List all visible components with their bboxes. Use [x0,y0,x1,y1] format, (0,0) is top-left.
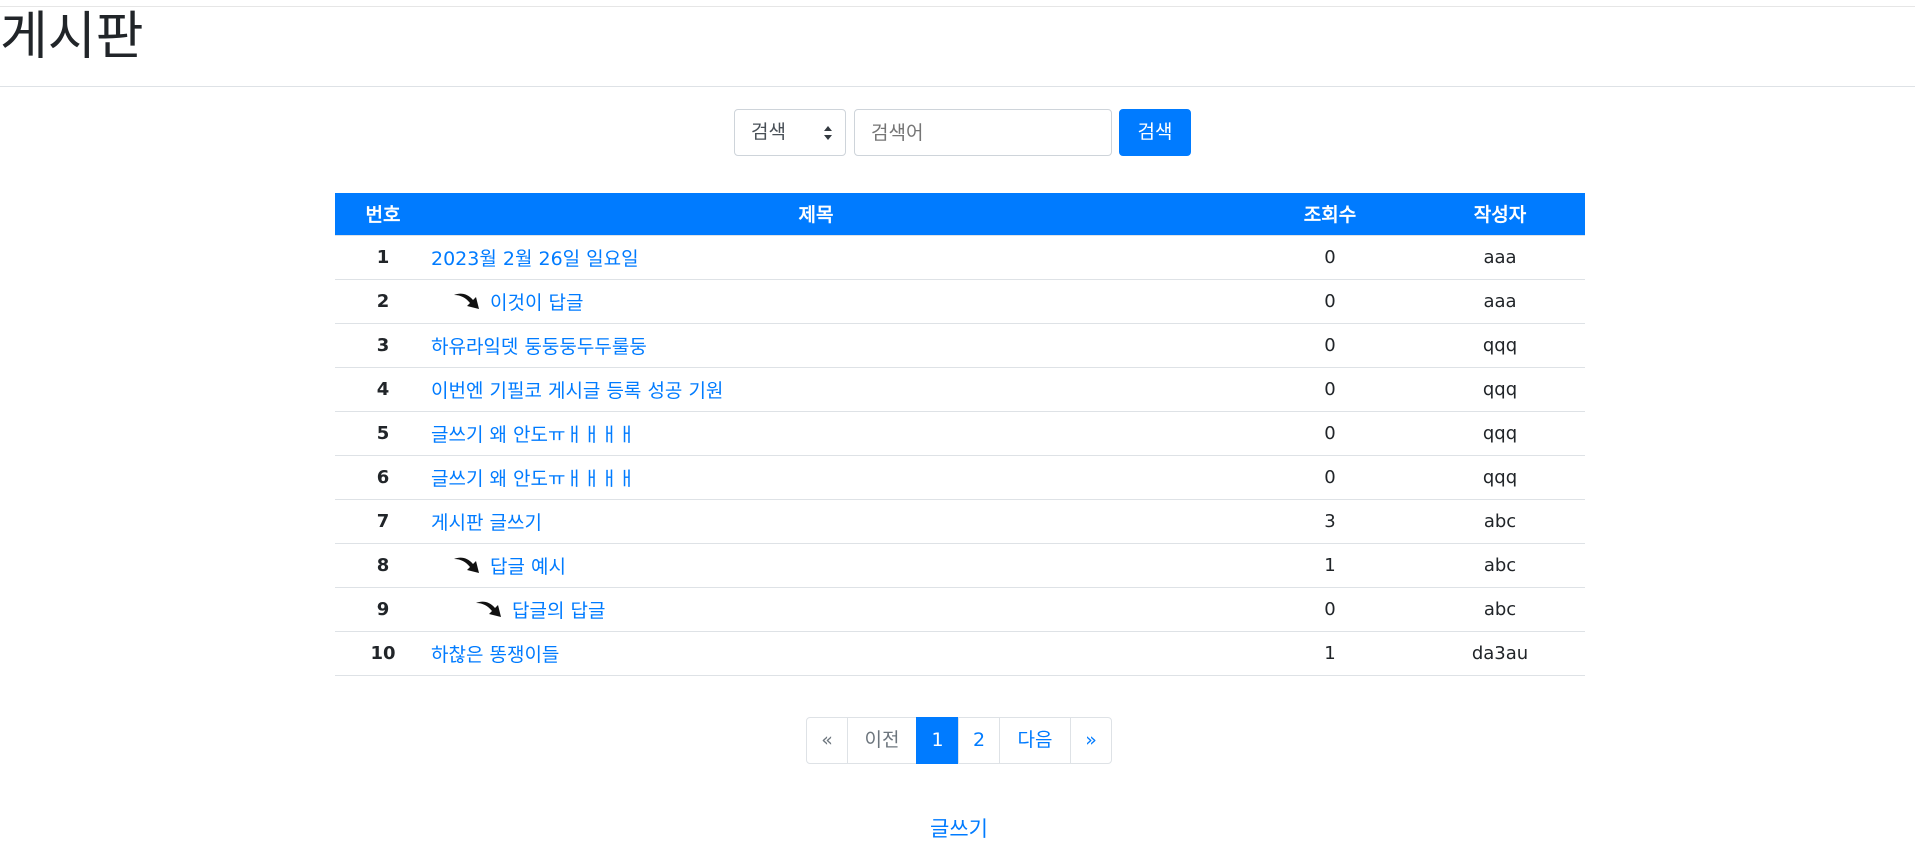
post-title-cell: 하유라잌뎃 둥둥둥두두룰둥 [431,322,1245,367]
post-title-cell: 글쓰기 왜 안도ㅠㅐㅐㅐㅐ [431,454,1245,499]
post-views: 0 [1245,586,1415,631]
post-author: abc [1415,586,1585,631]
post-views: 0 [1245,278,1415,323]
post-title-cell: 글쓰기 왜 안도ㅠㅐㅐㅐㅐ [431,410,1245,455]
post-author: qqq [1415,322,1585,367]
post-title-link[interactable]: 글쓰기 왜 안도ㅠㅐㅐㅐㅐ [431,464,635,491]
post-title-cell: 답글 예시 [431,542,1245,587]
post-author: qqq [1415,366,1585,411]
post-title-cell: 게시판 글쓰기 [431,498,1245,543]
post-title-link[interactable]: 게시판 글쓰기 [431,508,542,535]
post-author: da3au [1415,630,1585,676]
post-author: abc [1415,498,1585,543]
post-views: 0 [1245,366,1415,411]
table-header-row: 번호 제목 조회수 작성자 [335,193,1585,235]
post-number: 9 [335,586,431,631]
header-title: 제목 [431,193,1245,235]
write-post-link[interactable]: 글쓰기 [930,813,988,843]
post-views: 0 [1245,234,1415,279]
post-title-link[interactable]: 답글의 답글 [512,596,605,623]
post-author: qqq [1415,454,1585,499]
post-views: 3 [1245,498,1415,543]
search-type-value: 검색 [751,121,786,143]
post-number: 3 [335,322,431,367]
search-input[interactable] [854,109,1112,156]
sort-arrows-icon [824,126,832,140]
table-row: 8 답글 예시 1 abc [335,542,1585,587]
post-title-cell: 하찮은 똥쟁이들 [431,630,1245,676]
post-views: 0 [1245,322,1415,367]
header-no: 번호 [335,193,431,235]
table-row: 2 이것이 답글 0 aaa [335,278,1585,323]
post-number: 4 [335,366,431,411]
post-title-link[interactable]: 하유라잌뎃 둥둥둥두두룰둥 [431,332,647,359]
post-author: aaa [1415,278,1585,323]
post-author: qqq [1415,410,1585,455]
post-title-link[interactable]: 이것이 답글 [490,288,583,315]
post-author: aaa [1415,234,1585,279]
table-row: 3 하유라잌뎃 둥둥둥두두룰둥 0 qqq [335,322,1585,367]
post-views: 1 [1245,630,1415,676]
search-type-select[interactable]: 검색 [734,109,846,156]
post-title-link[interactable]: 하찮은 똥쟁이들 [431,640,559,667]
table-row: 1 2023월 2월 26일 일요일 0 aaa [335,234,1585,279]
page-title: 게시판 [0,7,144,67]
header-views: 조회수 [1245,193,1415,235]
reply-arrow-icon [475,598,503,620]
post-number: 5 [335,410,431,455]
post-number: 2 [335,278,431,323]
pagination: « 이전 1 2 다음 » [806,717,1112,764]
board-table: 번호 제목 조회수 작성자 1 2023월 2월 26일 일요일 0 aaa 2 이것이 … [335,193,1585,676]
board-body: 1 2023월 2월 26일 일요일 0 aaa 2 이것이 답글 0 aaa 3 하유라잌뎃 둥… [335,234,1585,676]
pagination-page-1[interactable]: 1 [916,717,959,764]
table-row: 6 글쓰기 왜 안도ㅠㅐㅐㅐㅐ 0 qqq [335,454,1585,499]
pagination-page-2[interactable]: 2 [958,717,1000,764]
search-button[interactable]: 검색 [1119,109,1191,156]
post-title-cell: 답글의 답글 [431,586,1245,631]
table-row: 5 글쓰기 왜 안도ㅠㅐㅐㅐㅐ 0 qqq [335,410,1585,455]
post-number: 1 [335,234,431,279]
post-title-link[interactable]: 이번엔 기필코 게시글 등록 성공 기원 [431,376,723,403]
pagination-next[interactable]: 다음 [999,717,1071,764]
post-title-link[interactable]: 답글 예시 [490,552,566,579]
table-row: 9 답글의 답글 0 abc [335,586,1585,631]
post-author: abc [1415,542,1585,587]
post-number: 6 [335,454,431,499]
post-views: 1 [1245,542,1415,587]
pagination-prev[interactable]: 이전 [847,717,917,764]
table-row: 4 이번엔 기필코 게시글 등록 성공 기원 0 qqq [335,366,1585,411]
post-title-link[interactable]: 글쓰기 왜 안도ㅠㅐㅐㅐㅐ [431,420,635,447]
post-title-link[interactable]: 2023월 2월 26일 일요일 [431,244,639,271]
post-title-cell: 2023월 2월 26일 일요일 [431,234,1245,279]
table-row: 7 게시판 글쓰기 3 abc [335,498,1585,543]
header-author: 작성자 [1415,193,1585,235]
post-number: 10 [335,630,431,676]
header-divider [0,86,1915,87]
post-views: 0 [1245,454,1415,499]
post-views: 0 [1245,410,1415,455]
top-divider [0,6,1915,7]
pagination-last[interactable]: » [1070,717,1112,764]
reply-arrow-icon [453,554,481,576]
post-title-cell: 이것이 답글 [431,278,1245,323]
post-number: 8 [335,542,431,587]
post-number: 7 [335,498,431,543]
table-row: 10 하찮은 똥쟁이들 1 da3au [335,630,1585,676]
pagination-first[interactable]: « [806,717,848,764]
post-title-cell: 이번엔 기필코 게시글 등록 성공 기원 [431,366,1245,411]
reply-arrow-icon [453,290,481,312]
